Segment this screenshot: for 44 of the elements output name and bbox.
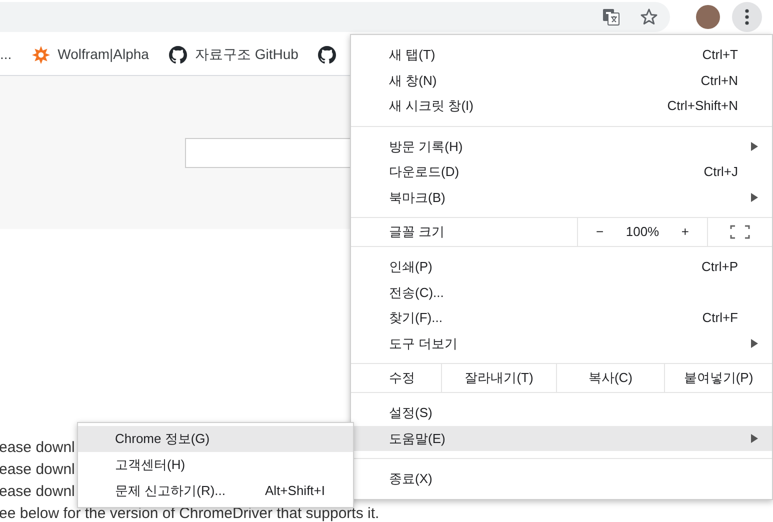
menu-item[interactable]: 새 창(N) Ctrl+N (351, 68, 772, 93)
menu-item[interactable]: 전송(C)... (351, 280, 772, 305)
page-text: ease downl (0, 482, 75, 502)
edit-button[interactable]: 붙여넣기(P) (664, 364, 772, 392)
edit-button[interactable]: 복사(C) (556, 364, 664, 392)
avatar-icon[interactable] (696, 5, 720, 29)
bookmark[interactable]: Wolfram|Alpha (58, 44, 149, 65)
menu-item[interactable]: Chrome 정보(G) (78, 426, 353, 452)
menu-item[interactable]: 새 시크릿 창(I) Ctrl+Shift+N (351, 93, 772, 118)
bookmark[interactable]: 자료구조 GitHub (194, 44, 298, 65)
sun-icon (32, 46, 50, 64)
translate-icon[interactable] (602, 8, 620, 26)
menu-item[interactable]: 문제 신고하기(R)... Alt+Shift+I (78, 478, 353, 504)
menu-item[interactable]: 도구 더보기 (351, 330, 772, 356)
zoom-in-button[interactable]: + (663, 218, 707, 246)
menu-label: 글꼴 크기 (388, 223, 446, 242)
page-text: ease downl (0, 438, 75, 458)
submenu-arrow-icon (751, 192, 758, 202)
fullscreen-icon (730, 225, 750, 239)
menu-button[interactable] (732, 2, 762, 32)
submenu-arrow-icon (751, 338, 758, 348)
menu-item[interactable]: 찾기(F)... Ctrl+F (351, 305, 772, 330)
menu-item[interactable]: 설정(S) (351, 400, 772, 426)
menu-item[interactable]: 북마크(B) (351, 184, 772, 210)
menu-item[interactable]: 새 탭(T) Ctrl+T (351, 42, 772, 68)
edit-button[interactable]: 잘라내기(T) (441, 364, 556, 392)
menu-item[interactable]: 도움말(E) (351, 426, 772, 451)
zoom-level: 100% (624, 223, 660, 242)
menu-item[interactable]: 종료(X) (351, 466, 772, 492)
menu-label: 수정 (388, 369, 416, 388)
more-icon (745, 9, 749, 25)
menu-item[interactable]: 방문 기록(H) (351, 134, 772, 159)
bookmark[interactable]: ... (0, 44, 12, 65)
page-text: ease downl (0, 460, 75, 480)
zoom-out-button[interactable]: − (578, 218, 622, 246)
menu-item[interactable]: 다운로드(D) Ctrl+J (351, 159, 772, 184)
star-icon[interactable] (640, 8, 658, 26)
page-text: ee below for the version of ChromeDriver that supports it. (0, 504, 380, 522)
submenu-arrow-icon (751, 434, 758, 443)
github-icon (318, 46, 336, 64)
github-icon (168, 46, 187, 64)
menu-item[interactable]: 인쇄(P) Ctrl+P (351, 254, 772, 280)
menu-item[interactable]: 고객센터(H) (78, 452, 353, 478)
submenu-arrow-icon (751, 142, 758, 151)
